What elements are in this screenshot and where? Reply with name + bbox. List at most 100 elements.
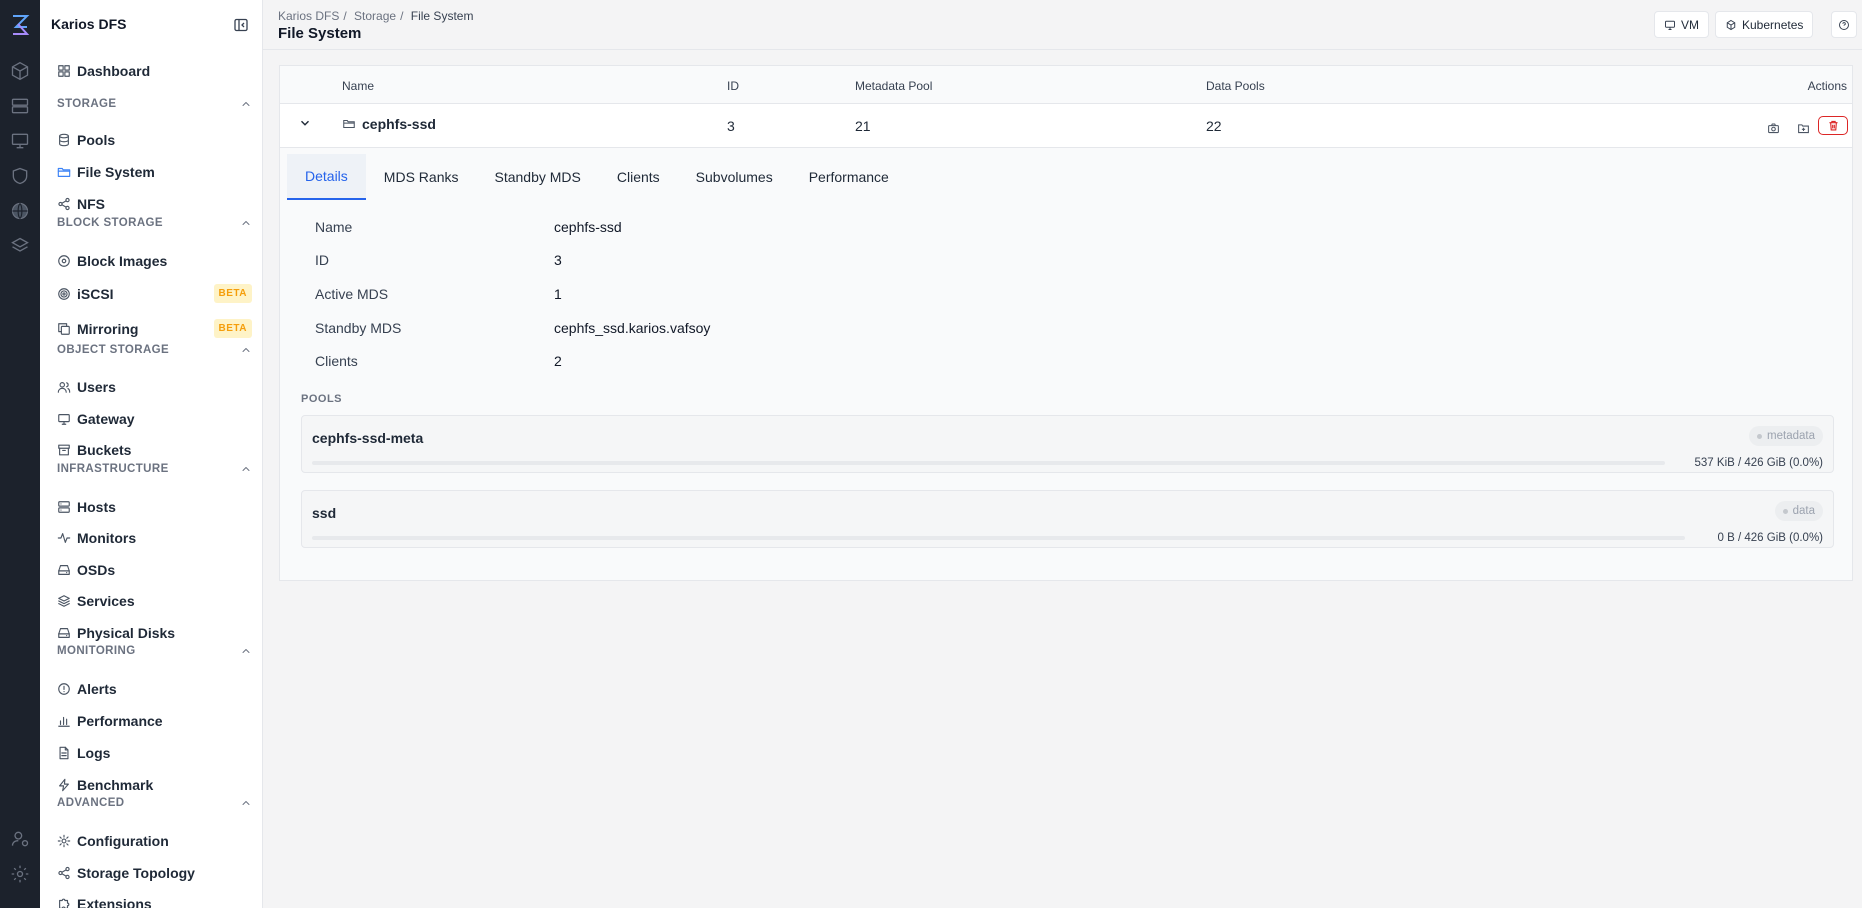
sidebar-item-storage-topology[interactable]: Storage Topology: [57, 860, 252, 886]
sidebar-section-title: STORAGE: [57, 98, 117, 110]
detail-value-name: cephfs-ssd: [554, 219, 622, 235]
fs-name[interactable]: cephfs-ssd: [362, 116, 436, 132]
snapshot-button[interactable]: [1761, 118, 1785, 138]
sidebar-item-pools[interactable]: Pools: [57, 127, 252, 153]
sidebar-section-monitoring[interactable]: MONITORING: [57, 645, 252, 657]
trash-icon: [1828, 120, 1838, 131]
pool-usage-text: 537 KiB / 426 GiB (0.0%): [1694, 457, 1823, 469]
sidebar-item-mirroring[interactable]: Mirroring BETA: [57, 316, 252, 342]
help-button[interactable]: [1831, 11, 1857, 38]
sidebar-item-label: Buckets: [77, 442, 132, 458]
tab-subvolumes[interactable]: Subvolumes: [678, 154, 791, 200]
breadcrumb-karios[interactable]: Karios DFS: [278, 9, 339, 23]
sidebar-item-configuration[interactable]: Configuration: [57, 828, 252, 854]
chevron-down-icon[interactable]: [298, 116, 312, 133]
sidebar-section-block-storage[interactable]: BLOCK STORAGE: [57, 217, 252, 229]
globe-icon[interactable]: [10, 201, 30, 221]
sidebar-item-label: Users: [77, 379, 116, 395]
sidebar-item-users[interactable]: Users: [57, 374, 252, 400]
alert-icon: [57, 682, 71, 696]
breadcrumb-storage[interactable]: Storage: [354, 9, 396, 23]
layers-icon: [57, 594, 71, 608]
detail-value-standby-mds: cephfs_ssd.karios.vafsoy: [554, 320, 711, 336]
sidebar-collapse-icon[interactable]: [233, 17, 249, 33]
sidebar-item-hosts[interactable]: Hosts: [57, 494, 252, 520]
sidebar-item-buckets[interactable]: Buckets: [57, 437, 252, 463]
col-id: ID: [727, 79, 739, 93]
sidebar-item-label: OSDs: [77, 562, 116, 578]
sidebar-item-monitors[interactable]: Monitors: [57, 525, 252, 551]
hard-drive-icon: [57, 563, 71, 577]
sidebar-item-label: Services: [77, 593, 135, 609]
sidebar-item-physical-disks[interactable]: Physical Disks: [57, 620, 252, 646]
share-icon: [57, 866, 71, 880]
sidebar-item-label: Benchmark: [77, 777, 154, 793]
layers-icon[interactable]: [10, 236, 30, 256]
pool-type-badge: metadata: [1749, 426, 1823, 446]
tab-mds-ranks[interactable]: MDS Ranks: [366, 154, 477, 200]
pool-type-badge: data: [1774, 501, 1823, 521]
tab-clients[interactable]: Clients: [599, 154, 678, 200]
shield-icon[interactable]: [10, 166, 30, 186]
sidebar-section-object-storage[interactable]: OBJECT STORAGE: [57, 344, 252, 356]
chevron-up-icon[interactable]: [240, 98, 252, 110]
delete-button[interactable]: [1818, 116, 1848, 135]
sidebar-section-title: BLOCK STORAGE: [57, 217, 163, 229]
table-row[interactable]: cephfs-ssd 3 21 22: [280, 104, 1852, 148]
zap-icon: [57, 778, 71, 792]
gear-icon[interactable]: [10, 864, 30, 884]
sidebar-item-label: Pools: [77, 132, 116, 148]
add-subvolume-button[interactable]: [1791, 118, 1815, 138]
sidebar-item-gateway[interactable]: Gateway: [57, 406, 252, 432]
sidebar-item-label: Physical Disks: [77, 625, 176, 641]
sidebar-section-storage[interactable]: STORAGE: [57, 98, 252, 110]
sidebar-item-label: Extensions: [77, 896, 152, 908]
karios-logo-icon[interactable]: [8, 13, 32, 37]
detail-value-active-mds: 1: [554, 286, 562, 302]
kubernetes-button[interactable]: Kubernetes: [1715, 11, 1814, 38]
icon-rail: [0, 0, 40, 908]
col-metadata-pool: Metadata Pool: [855, 79, 933, 93]
bar-chart-icon: [57, 714, 71, 728]
activity-icon: [57, 531, 71, 545]
detail-value-clients: 2: [554, 353, 562, 369]
vm-button[interactable]: VM: [1654, 11, 1709, 38]
detail-tabs: Details MDS Ranks Standby MDS Clients Su…: [287, 154, 907, 200]
sidebar-item-extensions[interactable]: Extensions: [57, 891, 252, 908]
pools-section-title: POOLS: [301, 393, 343, 405]
beta-badge: BETA: [213, 319, 252, 338]
box-icon[interactable]: [10, 61, 30, 81]
tab-performance[interactable]: Performance: [791, 154, 907, 200]
tab-details[interactable]: Details: [287, 154, 366, 200]
sidebar-item-dashboard[interactable]: Dashboard: [57, 58, 252, 84]
chevron-up-icon[interactable]: [240, 463, 252, 475]
sidebar-item-benchmark[interactable]: Benchmark: [57, 772, 252, 798]
sidebar-item-alerts[interactable]: Alerts: [57, 676, 252, 702]
sidebar-item-performance[interactable]: Performance: [57, 708, 252, 734]
chevron-up-icon[interactable]: [240, 217, 252, 229]
chevron-up-icon[interactable]: [240, 344, 252, 356]
sidebar-item-block-images[interactable]: Block Images: [57, 248, 252, 274]
sidebar-section-title: OBJECT STORAGE: [57, 344, 170, 356]
sidebar-item-label: Storage Topology: [77, 865, 195, 881]
sidebar-item-services[interactable]: Services: [57, 588, 252, 614]
server-icon[interactable]: [10, 96, 30, 116]
chevron-up-icon[interactable]: [240, 797, 252, 809]
tab-standby-mds[interactable]: Standby MDS: [476, 154, 598, 200]
user-settings-icon[interactable]: [10, 829, 30, 849]
sidebar-item-osds[interactable]: OSDs: [57, 557, 252, 583]
puzzle-icon: [57, 897, 71, 908]
sidebar-section-advanced[interactable]: ADVANCED: [57, 797, 252, 809]
sidebar-section-infrastructure[interactable]: INFRASTRUCTURE: [57, 463, 252, 475]
sidebar-item-file-system[interactable]: File System: [57, 159, 252, 185]
monitor-icon[interactable]: [10, 131, 30, 151]
sidebar-item-iscsi[interactable]: iSCSI BETA: [57, 281, 252, 307]
fs-metadata-pool: 21: [855, 118, 871, 134]
sidebar-item-label: Dashboard: [77, 63, 151, 79]
sidebar-item-nfs[interactable]: NFS: [57, 191, 252, 217]
archive-icon: [57, 443, 71, 457]
chevron-up-icon[interactable]: [240, 645, 252, 657]
sidebar-item-logs[interactable]: Logs: [57, 740, 252, 766]
sidebar-section-title: MONITORING: [57, 645, 136, 657]
detail-value-id: 3: [554, 252, 562, 268]
